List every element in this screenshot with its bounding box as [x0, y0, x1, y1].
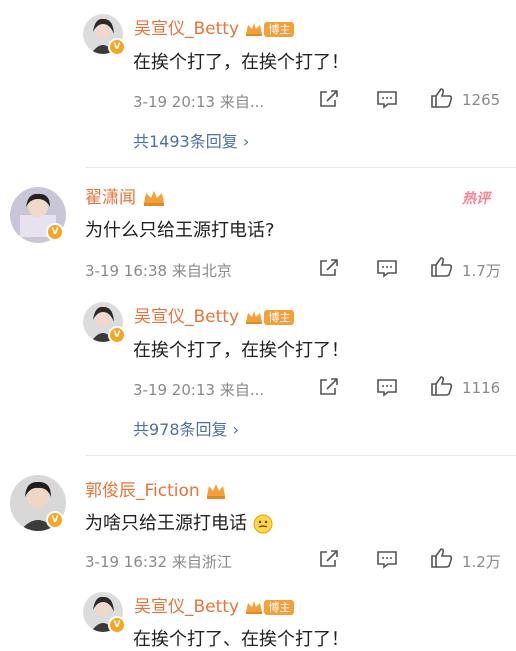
divider: [86, 455, 516, 456]
like-icon[interactable]: [430, 256, 454, 278]
verified-badge-icon: V: [108, 326, 126, 344]
username-label[interactable]: 郭俊辰_Fiction: [85, 481, 200, 501]
crown-icon: [207, 484, 226, 499]
like-count: 1116: [462, 379, 501, 397]
hot-comment-badge: 热评: [462, 191, 490, 207]
comment-text: 在挨个打了、在挨个打了！: [133, 629, 349, 650]
verified-badge-icon: V: [46, 223, 64, 241]
comment-icon[interactable]: [376, 89, 398, 109]
username-label[interactable]: 翟潇闻: [85, 188, 136, 208]
crown-icon: [246, 601, 263, 614]
share-icon[interactable]: [318, 89, 340, 109]
comment-text: 为什么只给王源打电话?: [85, 220, 275, 241]
comment-meta: 3-19 16:38 来自北京: [85, 260, 232, 281]
thinking-emoji-icon: [253, 514, 273, 534]
comment-text: 在挨个打了，在挨个打了！: [133, 52, 349, 73]
verified-badge-icon: V: [46, 511, 64, 529]
comment-meta: 3-19 20:13 来自...: [133, 379, 264, 400]
chevron-right-icon: ›: [242, 132, 250, 151]
comment-icon[interactable]: [376, 377, 398, 397]
comment-icon[interactable]: [376, 258, 398, 278]
chevron-right-icon: ›: [232, 420, 240, 439]
share-icon[interactable]: [318, 258, 340, 278]
author-tag: 博主: [264, 21, 295, 37]
comment-username[interactable]: 吴宣仪_Betty 博主: [134, 302, 295, 327]
comment-location: 来自...: [219, 93, 265, 111]
like-icon[interactable]: [430, 87, 454, 109]
verified-badge-icon: V: [108, 38, 126, 56]
comment-time: 3-19 16:38: [85, 262, 168, 280]
like-count: 1.2万: [462, 553, 501, 571]
more-replies-link[interactable]: 共1493条回复 ›: [133, 128, 249, 152]
comment-time: 3-19 20:13: [133, 93, 216, 111]
author-tag: 博主: [264, 599, 295, 615]
comment-username[interactable]: 郭俊辰_Fiction: [85, 476, 227, 501]
more-replies-label[interactable]: 共1493条回复: [133, 132, 238, 151]
share-icon[interactable]: [318, 377, 340, 397]
comment-location: 来自浙江: [171, 553, 232, 571]
crown-icon: [144, 191, 165, 206]
like-icon[interactable]: [430, 375, 454, 397]
more-replies-link[interactable]: 共978条回复 ›: [133, 416, 239, 440]
comment-icon[interactable]: [376, 549, 398, 569]
username-label[interactable]: 吴宣仪_Betty: [134, 19, 239, 39]
comment-text: 为啥只给王源打电话: [85, 509, 273, 535]
crown-icon: [246, 23, 263, 36]
comment-location: 来自北京: [171, 262, 232, 280]
verified-badge-icon: V: [108, 616, 126, 634]
comment-meta: 3-19 20:13 来自...: [133, 91, 264, 112]
comment-text-label: 为啥只给王源打电话: [85, 513, 247, 534]
like-count: 1265: [462, 91, 501, 109]
username-label[interactable]: 吴宣仪_Betty: [134, 597, 239, 617]
comment-username[interactable]: 吴宣仪_Betty 博主: [134, 592, 295, 617]
comment-username[interactable]: 翟潇闻: [85, 183, 167, 208]
crown-icon: [246, 311, 263, 324]
like-icon[interactable]: [430, 547, 454, 569]
comment-text: 在挨个打了，在挨个打了！: [133, 340, 349, 361]
divider: [86, 167, 516, 168]
comment-meta: 3-19 16:32 来自浙江: [85, 551, 232, 572]
username-label[interactable]: 吴宣仪_Betty: [134, 307, 239, 327]
more-replies-label[interactable]: 共978条回复: [133, 420, 228, 439]
share-icon[interactable]: [318, 549, 340, 569]
comment-username[interactable]: 吴宣仪_Betty 博主: [134, 14, 295, 39]
comment-time: 3-19 20:13: [133, 381, 216, 399]
comment-time: 3-19 16:32: [85, 553, 168, 571]
comment-location: 来自...: [219, 381, 265, 399]
author-tag: 博主: [264, 309, 295, 325]
like-count: 1.7万: [462, 262, 501, 280]
